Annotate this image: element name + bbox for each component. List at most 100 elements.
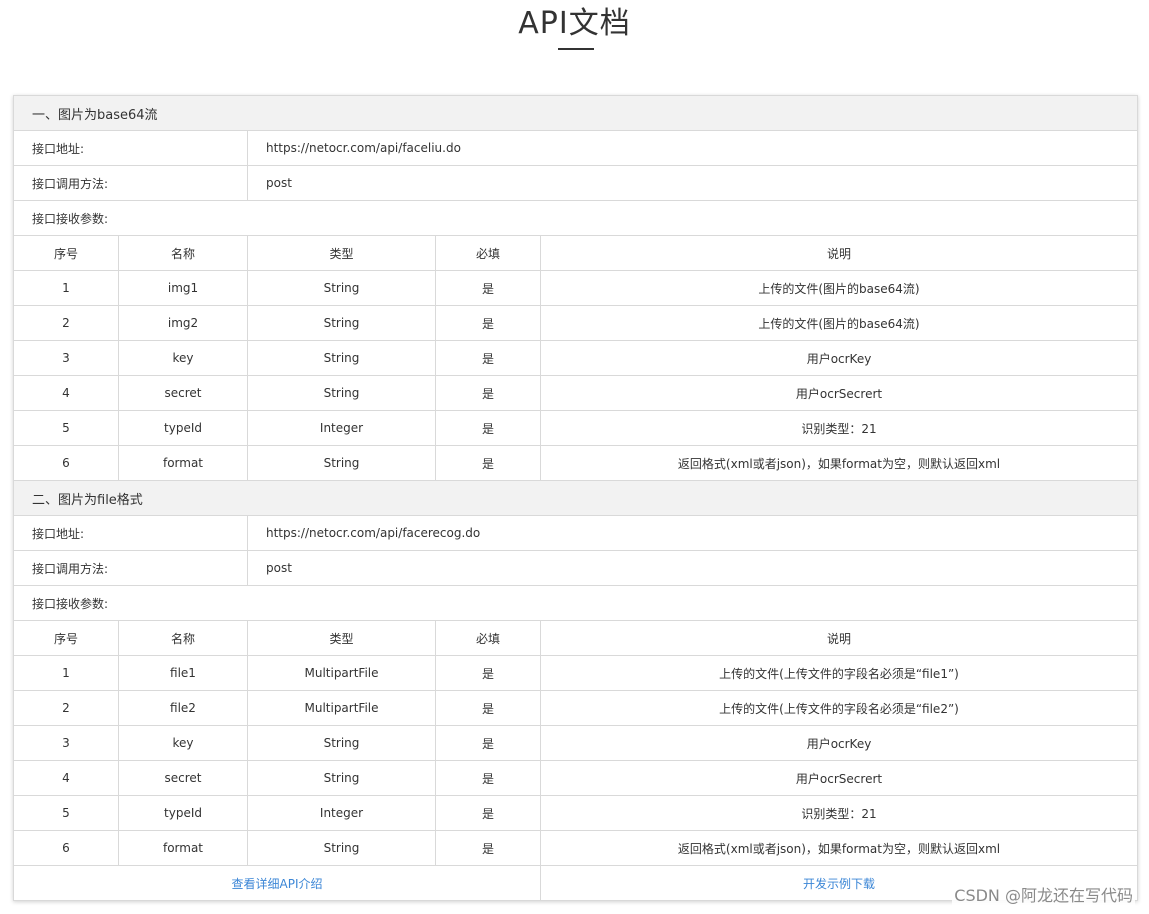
param-required: 是 xyxy=(435,830,541,866)
method-row: 接口调用方法: post xyxy=(13,550,1139,586)
param-name: key xyxy=(118,340,248,376)
section-header-row: 二、图片为file格式 xyxy=(12,480,1139,516)
param-index: 4 xyxy=(13,760,119,796)
page-title: API文档 xyxy=(518,6,631,41)
address-value: https://netocr.com/api/faceliu.do xyxy=(246,130,1139,166)
param-required: 是 xyxy=(435,340,541,376)
param-index: 4 xyxy=(13,375,119,411)
table-row: 1 img1 String 是 上传的文件(图片的base64流) xyxy=(13,270,1139,306)
title-underline xyxy=(558,48,594,50)
param-index: 5 xyxy=(13,410,119,446)
param-name: secret xyxy=(118,760,248,796)
param-name: file2 xyxy=(118,690,248,726)
param-name: format xyxy=(118,445,248,481)
section-header-row: 一、图片为base64流 xyxy=(12,95,1139,131)
table-row: 3 key String 是 用户ocrKey xyxy=(13,340,1139,376)
method-row: 接口调用方法: post xyxy=(13,165,1139,201)
table-row: 5 typeId Integer 是 识别类型：21 xyxy=(13,795,1139,831)
param-description: 用户ocrSecrert xyxy=(539,760,1139,796)
param-required: 是 xyxy=(435,655,541,691)
param-required: 是 xyxy=(435,445,541,481)
address-label: 接口地址: xyxy=(13,130,248,166)
param-description: 用户ocrKey xyxy=(539,340,1139,376)
param-type: MultipartFile xyxy=(247,690,436,726)
param-type: Integer xyxy=(247,795,436,831)
param-name: format xyxy=(118,830,248,866)
param-required: 是 xyxy=(435,725,541,761)
table-row: 6 format String 是 返回格式(xml或者json)，如果form… xyxy=(13,445,1139,481)
param-type: String xyxy=(247,830,436,866)
param-index: 3 xyxy=(13,725,119,761)
column-header-description: 说明 xyxy=(539,620,1139,656)
param-description: 用户ocrSecrert xyxy=(539,375,1139,411)
column-header-description: 说明 xyxy=(539,235,1139,271)
param-type: String xyxy=(247,340,436,376)
column-header-name: 名称 xyxy=(118,235,248,271)
param-index: 2 xyxy=(13,305,119,341)
column-header-type: 类型 xyxy=(247,235,436,271)
param-type: String xyxy=(247,375,436,411)
param-required: 是 xyxy=(435,795,541,831)
param-name: typeId xyxy=(118,410,248,446)
csdn-watermark: CSDN @阿龙还在写代码 xyxy=(952,882,1135,906)
column-header-type: 类型 xyxy=(247,620,436,656)
api-doc-page: API文档 一、图片为base64流 接口地址: https://netocr.… xyxy=(0,0,1149,914)
method-label: 接口调用方法: xyxy=(13,550,248,586)
param-description: 返回格式(xml或者json)，如果format为空，则默认返回xml xyxy=(539,830,1139,866)
address-row: 接口地址: https://netocr.com/api/facerecog.d… xyxy=(13,515,1139,551)
param-type: String xyxy=(247,760,436,796)
section-header: 二、图片为file格式 xyxy=(12,480,1139,516)
param-description: 上传的文件(图片的base64流) xyxy=(539,305,1139,341)
param-description: 上传的文件(上传文件的字段名必须是“file1”) xyxy=(539,655,1139,691)
param-type: String xyxy=(247,725,436,761)
param-index: 1 xyxy=(13,270,119,306)
table-row: 2 img2 String 是 上传的文件(图片的base64流) xyxy=(13,305,1139,341)
param-required: 是 xyxy=(435,690,541,726)
param-type: Integer xyxy=(247,410,436,446)
param-index: 6 xyxy=(13,445,119,481)
param-type: String xyxy=(247,270,436,306)
column-header-index: 序号 xyxy=(13,235,119,271)
column-header-index: 序号 xyxy=(13,620,119,656)
table-row: 3 key String 是 用户ocrKey xyxy=(13,725,1139,761)
column-header-row: 序号 名称 类型 必填 说明 xyxy=(13,235,1139,271)
table-row: 6 format String 是 返回格式(xml或者json)，如果form… xyxy=(13,830,1139,866)
param-description: 上传的文件(上传文件的字段名必须是“file2”) xyxy=(539,690,1139,726)
column-header-required: 必填 xyxy=(435,620,541,656)
api-doc-table: 一、图片为base64流 接口地址: https://netocr.com/ap… xyxy=(12,95,1139,901)
table-row: 4 secret String 是 用户ocrSecrert xyxy=(13,375,1139,411)
api-detail-link[interactable]: 查看详细API介绍 xyxy=(13,865,541,901)
table-row: 4 secret String 是 用户ocrSecrert xyxy=(13,760,1139,796)
param-description: 识别类型：21 xyxy=(539,795,1139,831)
param-index: 3 xyxy=(13,340,119,376)
address-value: https://netocr.com/api/facerecog.do xyxy=(246,515,1139,551)
column-header-required: 必填 xyxy=(435,235,541,271)
param-index: 1 xyxy=(13,655,119,691)
method-value: post xyxy=(246,165,1139,201)
method-value: post xyxy=(246,550,1139,586)
param-description: 识别类型：21 xyxy=(539,410,1139,446)
param-description: 返回格式(xml或者json)，如果format为空，则默认返回xml xyxy=(539,445,1139,481)
param-index: 6 xyxy=(13,830,119,866)
param-index: 5 xyxy=(13,795,119,831)
table-row: 5 typeId Integer 是 识别类型：21 xyxy=(13,410,1139,446)
param-name: typeId xyxy=(118,795,248,831)
column-header-row: 序号 名称 类型 必填 说明 xyxy=(13,620,1139,656)
params-label: 接口接收参数: xyxy=(12,585,1139,621)
param-required: 是 xyxy=(435,375,541,411)
param-required: 是 xyxy=(435,760,541,796)
method-label: 接口调用方法: xyxy=(13,165,248,201)
param-type: String xyxy=(247,305,436,341)
param-name: file1 xyxy=(118,655,248,691)
params-label-row: 接口接收参数: xyxy=(12,200,1139,236)
params-label-row: 接口接收参数: xyxy=(12,585,1139,621)
table-row: 2 file2 MultipartFile 是 上传的文件(上传文件的字段名必须… xyxy=(13,690,1139,726)
param-index: 2 xyxy=(13,690,119,726)
param-type: MultipartFile xyxy=(247,655,436,691)
param-name: key xyxy=(118,725,248,761)
param-required: 是 xyxy=(435,305,541,341)
param-name: secret xyxy=(118,375,248,411)
section-header: 一、图片为base64流 xyxy=(12,95,1139,131)
param-name: img1 xyxy=(118,270,248,306)
table-row: 1 file1 MultipartFile 是 上传的文件(上传文件的字段名必须… xyxy=(13,655,1139,691)
